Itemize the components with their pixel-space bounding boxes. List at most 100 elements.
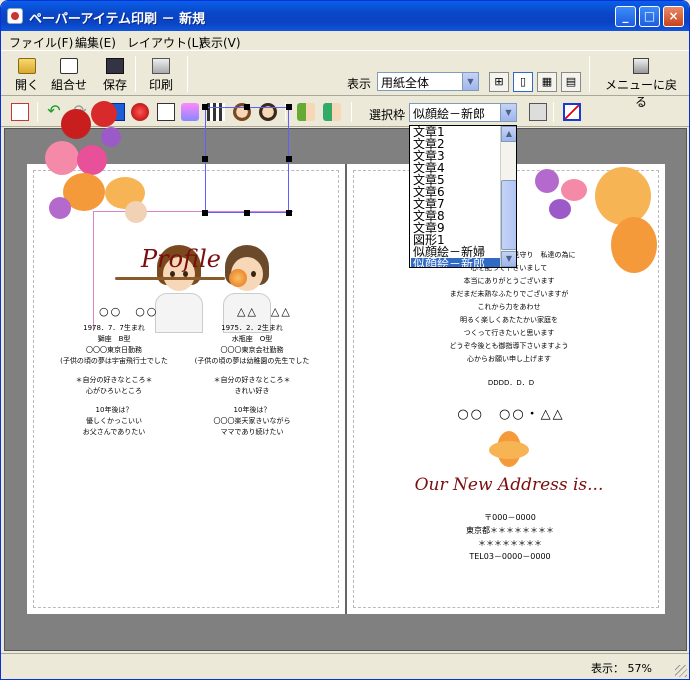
message-line: 心からお願い申し上げます (467, 355, 551, 363)
open-label: 開く (14, 78, 39, 92)
page-icon: ▯ (519, 75, 527, 88)
profile-line: 心がひろいところ (86, 387, 142, 395)
display-select-value: 用紙全体 (381, 76, 430, 90)
resize-grip-icon[interactable] (675, 665, 687, 677)
profile-line: きれい好き (234, 387, 270, 395)
menu-file[interactable]: ファイル(F) (9, 34, 73, 51)
floppy-icon (106, 58, 124, 74)
menu-view[interactable]: 表示(V) (199, 34, 241, 51)
shape-icon[interactable] (181, 103, 199, 121)
resize-handle[interactable] (244, 210, 250, 216)
view-page-button[interactable]: ▯ (513, 72, 533, 92)
wedding-date: DDDD．D．D (487, 379, 535, 387)
selection-frame-dropdown[interactable]: 文章1 文章2 文章3 文章4 文章5 文章6 文章7 文章8 文章9 図形1 … (409, 125, 517, 268)
profile-line: (子供の頃の夢は宇宙飛行士でした (60, 357, 168, 365)
menu-bar: ファイル(F) 編集(E) レイアウト(L) 表示(V) (1, 31, 689, 51)
window-title: ペーパーアイテム印刷 － 新規 (29, 12, 206, 27)
address-line: TEL03－0000－0000 (469, 552, 551, 561)
address-line: ＊＊＊＊＊＊＊＊ (478, 539, 542, 548)
dropdown-scrollbar[interactable]: ▲ ▼ (500, 126, 516, 267)
view-grid-button[interactable]: ⊞ (489, 72, 509, 92)
address-line: 東京都＊＊＊＊＊＊＊＊ (466, 526, 554, 535)
profile-line: ＊自分の好きなところ＊ (75, 376, 153, 384)
profile-line: 優しくかっこいい (86, 417, 142, 425)
bride-name: △△ △△ (237, 305, 292, 318)
menu-layout[interactable]: レイアウト(L) (127, 34, 203, 51)
profile-line: 〇〇〇東京会社勤務 (220, 346, 284, 354)
profile-line: 10年後は？ (233, 406, 271, 414)
resize-handle[interactable] (286, 104, 292, 110)
close-button[interactable]: × (663, 6, 684, 27)
book-icon (60, 58, 78, 74)
profile-line: 10年後は？ (95, 406, 133, 414)
dropdown-option-selected[interactable]: 似顔絵－新郎 (411, 258, 500, 267)
profile-line: 獅座 B型 (97, 335, 131, 343)
selection-frame-label: 選択枠 (369, 108, 406, 122)
open-folder-icon (18, 58, 36, 74)
profile-line: 1975．2．2生まれ (221, 324, 283, 332)
message-line: つくって行きたいと思います (463, 329, 555, 337)
toolbar-separator (553, 102, 554, 122)
profile-line: 〇〇〇楽天家きいながら (213, 417, 291, 425)
pattern-icon: ▦ (541, 75, 553, 88)
profile-line: 1978．7．7生まれ (83, 324, 145, 332)
address-line: 〒000－0000 (484, 513, 536, 522)
no-frame-icon[interactable] (563, 103, 581, 121)
scroll-up-icon[interactable]: ▲ (501, 126, 516, 142)
profile-line: (子供の頃の夢は幼稚園の先生でした (194, 357, 310, 365)
menu-edit[interactable]: 編集(E) (75, 34, 116, 51)
resize-handle[interactable] (286, 156, 292, 162)
display-label: 表示 (347, 77, 372, 91)
profile-line: ＊自分の好きなところ＊ (213, 376, 291, 384)
toolbar-separator (589, 56, 590, 92)
maximize-button[interactable]: □ (639, 6, 660, 27)
resize-handle[interactable] (202, 210, 208, 216)
groom-profile: 1978．7．7生まれ 獅座 B型 〇〇〇東京日勤務 (子供の頃の夢は宇宙飛行士… (49, 323, 179, 438)
message-line: 本当にありがとうございます (463, 277, 555, 285)
profile-line: 水瓶座 O型 (231, 335, 273, 343)
printer-icon (152, 58, 170, 74)
chevron-down-icon[interactable]: ▼ (462, 73, 478, 90)
scroll-thumb[interactable] (501, 180, 516, 250)
status-bar: 表示： 57% (1, 653, 689, 679)
exit-icon[interactable] (11, 103, 29, 121)
resize-handle[interactable] (202, 104, 208, 110)
groom-name: ○○ ○○ (99, 305, 159, 318)
message-line: どうぞ今後とも御指導下さいますよう (449, 342, 569, 350)
address-title: Our New Address is... (414, 475, 604, 495)
view-film-button[interactable]: ▤ (561, 72, 581, 92)
couple-icon[interactable] (297, 103, 315, 121)
couple-swap-icon[interactable] (323, 103, 341, 121)
app-window: ペーパーアイテム印刷 － 新規 _ □ × ファイル(F) 編集(E) レイアウ… (0, 0, 690, 680)
zoom-status: 表示： 57% (591, 662, 652, 675)
bride-profile: 1975．2．2生まれ 水瓶座 O型 〇〇〇東京会社勤務 (子供の頃の夢は幼稚園… (177, 323, 327, 438)
resize-handle[interactable] (286, 210, 292, 216)
message-line: まだまだ未熟なふたりでございますが (449, 290, 569, 298)
view-pattern-button[interactable]: ▦ (537, 72, 557, 92)
toolbar-separator (37, 102, 38, 122)
profile-line: ママであり続けたい (220, 428, 284, 436)
selection-frame-select[interactable]: 似顔絵－新郎 ▼ (409, 103, 517, 122)
app-icon (7, 8, 23, 24)
flower-bouquet-image (41, 81, 161, 231)
title-bar[interactable]: ペーパーアイテム印刷 － 新規 _ □ × (1, 1, 689, 31)
scroll-down-icon[interactable]: ▼ (501, 251, 516, 267)
grid-icon: ⊞ (494, 75, 504, 88)
profile-line: お父さんでありたい (82, 428, 146, 436)
flower-decoration (489, 427, 529, 471)
selection-frame-groom[interactable] (202, 104, 292, 216)
resize-handle[interactable] (244, 104, 250, 110)
chevron-down-icon[interactable]: ▼ (500, 104, 516, 121)
film-icon: ▤ (565, 75, 577, 88)
display-select[interactable]: 用紙全体 ▼ (377, 72, 479, 91)
selection-frame-value: 似顔絵－新郎 (413, 107, 486, 121)
couple-names: ○○ ○○・△△ (457, 407, 565, 422)
resize-handle[interactable] (202, 156, 208, 162)
message-line: 明るく楽しくあたたかい家庭を (460, 316, 558, 324)
minimize-button[interactable]: _ (615, 6, 636, 27)
toolbar-separator (351, 102, 352, 122)
flower-decoration (229, 269, 247, 287)
message-line: これから力をあわせ (477, 303, 541, 311)
properties-icon[interactable] (529, 103, 547, 121)
profile-title: Profile (141, 245, 221, 273)
